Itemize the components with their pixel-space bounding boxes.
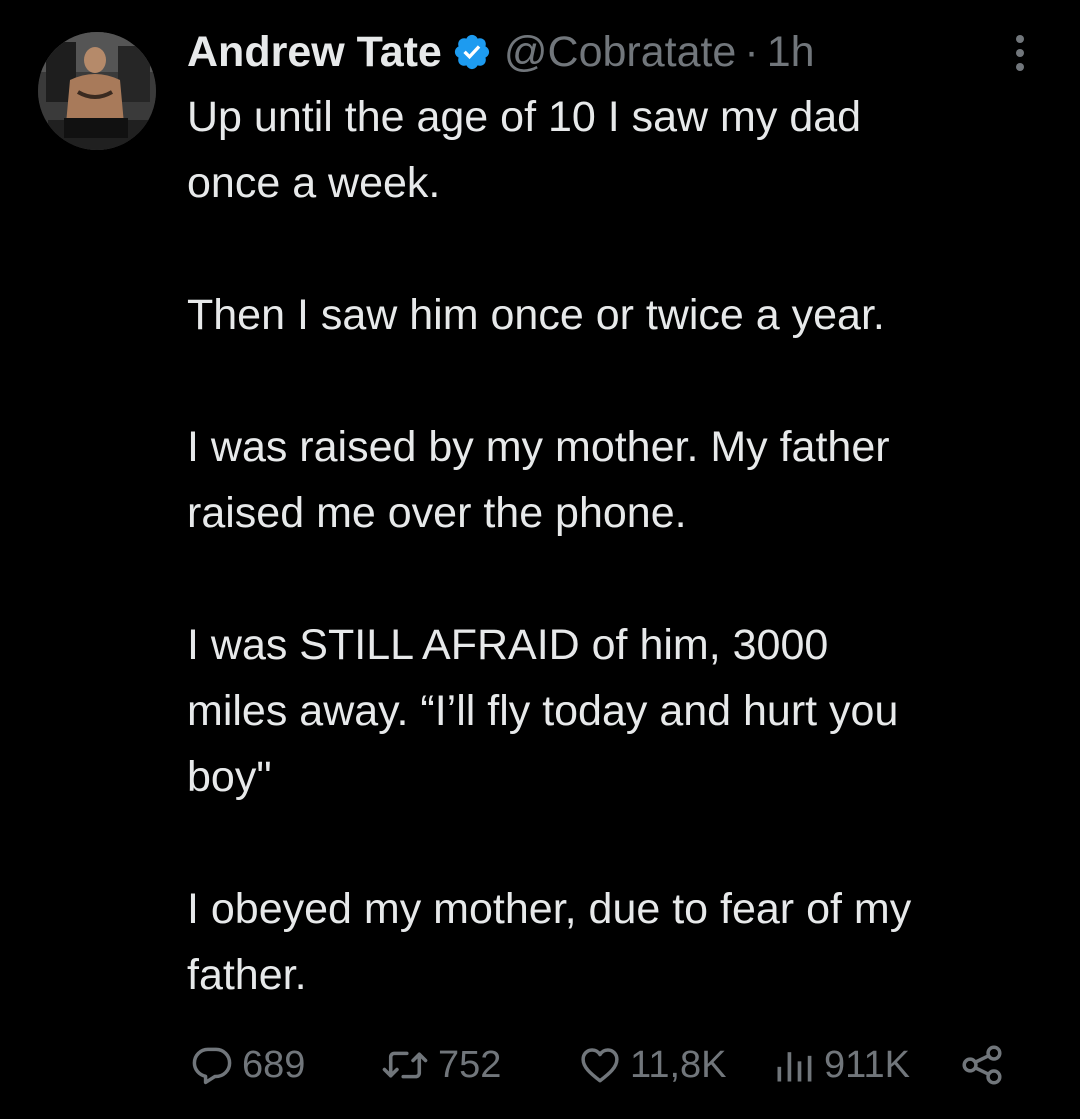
action-bar: 689 752 11,8K 911K: [190, 1040, 1020, 1090]
like-button[interactable]: 11,8K: [578, 1040, 726, 1090]
tweet-paragraph: Then I saw him once or twice a year.: [187, 291, 885, 339]
tweet-paragraph: I was STILL AFRAID of him, 3000 miles aw…: [187, 621, 899, 801]
more-options-icon[interactable]: [1010, 33, 1030, 73]
reply-count: 689: [242, 1043, 306, 1086]
share-icon: [960, 1043, 1004, 1087]
avatar[interactable]: [38, 32, 156, 150]
retweet-button[interactable]: 752: [380, 1040, 501, 1090]
tweet: Andrew Tate @Cobratate · 1h Up until the…: [0, 0, 1080, 1119]
tweet-paragraph: I was raised by my mother. My father rai…: [187, 423, 890, 537]
tweet-text: Up until the age of 10 I saw my dad once…: [187, 84, 1047, 1008]
author-handle[interactable]: @Cobratate: [504, 28, 737, 77]
author-name[interactable]: Andrew Tate: [187, 28, 442, 77]
separator-dot: ·: [744, 27, 759, 76]
share-button[interactable]: [960, 1040, 1004, 1090]
views-count: 911K: [824, 1043, 910, 1086]
reply-button[interactable]: 689: [190, 1040, 305, 1090]
profile-photo-icon: [38, 32, 156, 150]
timestamp[interactable]: 1h: [767, 28, 815, 77]
retweet-icon: [380, 1043, 430, 1087]
verified-badge-icon: [452, 32, 492, 72]
reply-icon: [190, 1043, 234, 1087]
tweet-header: Andrew Tate @Cobratate · 1h: [187, 24, 815, 80]
heart-icon: [578, 1043, 622, 1087]
views-icon: [772, 1043, 816, 1087]
retweet-count: 752: [438, 1043, 502, 1086]
views-button[interactable]: 911K: [772, 1040, 910, 1090]
tweet-paragraph: Up until the age of 10 I saw my dad once…: [187, 93, 862, 207]
like-count: 11,8K: [630, 1043, 727, 1086]
tweet-paragraph: I obeyed my mother, due to fear of my fa…: [187, 885, 912, 999]
